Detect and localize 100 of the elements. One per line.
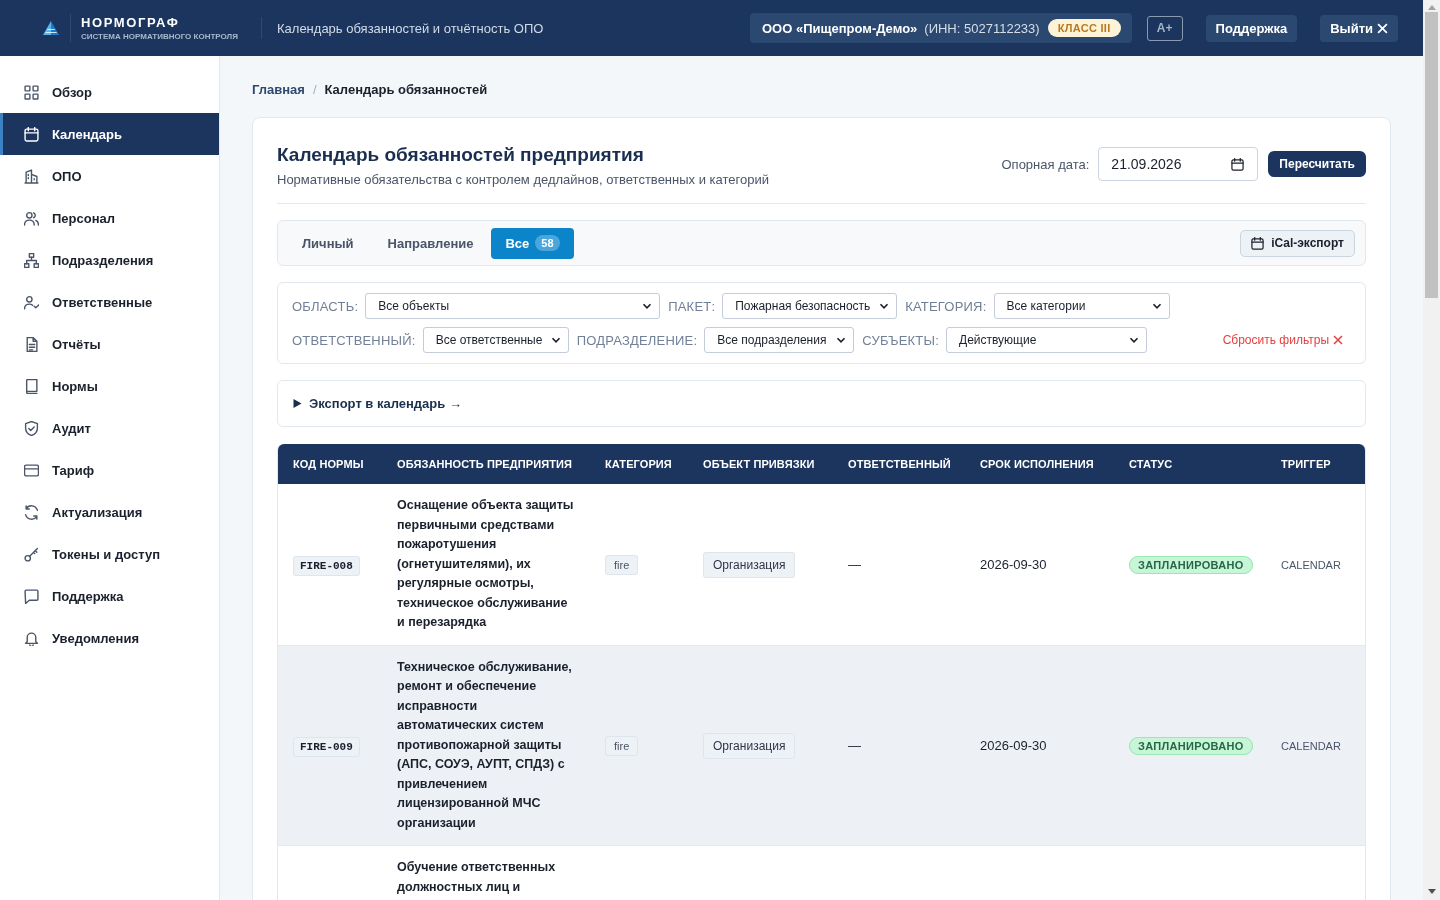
logout-button[interactable]: Выйти (1320, 14, 1398, 42)
sidebar-item[interactable]: Уведомления (0, 617, 219, 659)
breadcrumb-link[interactable]: Главная (252, 82, 305, 98)
sidebar-item[interactable]: Календарь (0, 113, 219, 155)
deadline-cell: 2026-09-30 (980, 737, 1047, 753)
chevron-down-icon (1129, 335, 1139, 345)
calendar-icon (1251, 236, 1265, 250)
calendar-icon (1231, 157, 1245, 171)
sidebar-item[interactable]: Отчёты (0, 323, 219, 365)
filter-label: КАТЕГОРИЯ: (905, 298, 987, 314)
sidebar-item[interactable]: Тариф (0, 449, 219, 491)
hierarchy-icon (24, 252, 39, 268)
hazard-class-badge: КЛАСС III (1047, 19, 1121, 37)
filter-select[interactable]: Все ответственные (422, 327, 569, 353)
deadline-cell: 2026-09-30 (980, 556, 1047, 572)
norm-code-badge: FIRE-008 (293, 555, 360, 576)
font-size-button[interactable]: A+ (1146, 15, 1183, 41)
chat-icon (24, 588, 39, 604)
duty-text: Техническое обслуживание, ремонт и обеспечение исправности автоматических систем противопожарной защиты (АПС, СОУЭ, АУПТ, СПДЗ) с привлечением лицензированной МЧС организации (397, 658, 573, 832)
sidebar-item[interactable]: Обзор (0, 71, 219, 113)
norm-code-badge: FIRE-009 (293, 736, 360, 757)
filter-label: ОБЛАСТЬ: (292, 298, 359, 314)
users-icon (24, 210, 39, 226)
status-badge: ЗАПЛАНИРОВАНО (1129, 555, 1253, 574)
tab[interactable]: Все 58 (491, 227, 574, 259)
page-title: Календарь обязанностей предприятия (277, 143, 645, 167)
filter-label: СУБЪЕКТЫ: (862, 332, 939, 348)
column-header: ОБЯЗАННОСТЬ ПРЕДПРИЯТИЯ (382, 444, 590, 484)
sidebar-item[interactable]: Аудит (0, 407, 219, 449)
shield-check-icon (24, 420, 39, 436)
duty-text: Обучение ответственных должностных лиц и (397, 859, 557, 896)
sidebar-item[interactable]: Поддержка (0, 575, 219, 617)
responsible-cell: — (848, 556, 861, 572)
close-icon (1377, 22, 1388, 34)
chevron-down-icon (550, 335, 561, 345)
section-title: Календарь обязанностей и отчётность ОПО (277, 20, 544, 36)
building-icon (24, 168, 39, 184)
scrollbar-thumb[interactable] (1425, 12, 1438, 298)
document-icon (24, 336, 39, 352)
object-tag: Организация (703, 732, 796, 759)
refresh-icon (24, 504, 39, 520)
reset-filters-link[interactable]: Сбросить фильтры (1222, 333, 1343, 347)
responsible-cell: — (848, 737, 861, 753)
sidebar-item[interactable]: Подразделения (0, 239, 219, 281)
filter-select[interactable]: Все подразделения (704, 327, 855, 353)
card-icon (24, 462, 39, 478)
organization-name: ООО «Пищепром-Демо» (762, 20, 918, 36)
page-subtitle: Нормативные обязательства с контролем дедлайнов, ответственных и категорий (277, 171, 769, 189)
filter-select[interactable]: Действующие (946, 327, 1147, 353)
organization-inn: (ИНН: 5027112233) (924, 20, 1040, 36)
scroll-down-icon[interactable] (1427, 889, 1436, 894)
column-header: ТРИГГЕР (1266, 444, 1365, 484)
ical-export-button[interactable]: iCal-экспорт (1240, 229, 1355, 257)
scroll-up-icon[interactable] (1427, 5, 1436, 10)
tab[interactable]: Направление (371, 227, 490, 259)
close-icon (1333, 335, 1343, 345)
filter-label: ПОДРАЗДЕЛЕНИЕ: (576, 332, 698, 348)
column-header: КАТЕГОРИЯ (590, 444, 688, 484)
chevron-down-icon (879, 301, 890, 311)
export-toggle[interactable]: Экспорт в календарь → (309, 396, 462, 411)
status-badge: ЗАПЛАНИРОВАНО (1129, 736, 1253, 755)
duty-text: Оснащение объекта защиты первичными средствами пожаротушения (огнетушителями), их регулярные осмотры, техническое обслуживание и перезарядка (397, 497, 575, 631)
support-button[interactable]: Поддержка (1205, 14, 1298, 42)
caret-icon[interactable] (293, 399, 302, 408)
filter-label: ПАКЕТ: (668, 298, 716, 314)
column-header: СТАТУС (1114, 444, 1266, 484)
calendar-icon (24, 126, 39, 142)
logo-title: НОРМОГРАФ (81, 15, 181, 30)
filter-select[interactable]: Все категории (993, 293, 1170, 319)
filter-select[interactable]: Все объекты (365, 293, 661, 319)
column-header: СРОК ИСПОЛНЕНИЯ (965, 444, 1114, 484)
count-badge: 58 (535, 235, 560, 251)
sidebar-item[interactable]: Персонал (0, 197, 219, 239)
sidebar-item[interactable]: Нормы (0, 365, 219, 407)
sidebar-item[interactable]: Ответственные (0, 281, 219, 323)
book-icon (24, 378, 39, 394)
sidebar-item[interactable]: Токены и доступ (0, 533, 219, 575)
column-header: ОБЪЕКТ ПРИВЯЗКИ (688, 444, 833, 484)
sidebar-item[interactable]: Актуализация (0, 491, 219, 533)
sidebar-item[interactable]: ОПО (0, 155, 219, 197)
column-header: КОД НОРМЫ (278, 444, 382, 484)
key-icon (24, 546, 39, 562)
trigger-cell: CALENDAR (1281, 558, 1341, 571)
tab[interactable]: Личный (286, 227, 370, 259)
breadcrumb-separator: / (312, 82, 317, 98)
scrollbar-track[interactable] (1423, 0, 1440, 900)
chevron-down-icon (1151, 301, 1162, 311)
object-tag: Организация (703, 551, 796, 578)
recalculate-button[interactable]: Пересчитать (1268, 151, 1366, 177)
user-check-icon (24, 294, 39, 310)
date-input[interactable]: 21.09.2026 (1098, 147, 1259, 181)
trigger-cell: CALENDAR (1281, 739, 1341, 752)
breadcrumb-current: Календарь обязанностей (324, 82, 488, 98)
bell-icon (24, 630, 39, 646)
filter-select[interactable]: Пожарная безопасность (722, 293, 898, 319)
chevron-down-icon (642, 301, 653, 311)
date-label: Опорная дата: (1001, 156, 1090, 172)
logo-icon (43, 21, 59, 35)
category-tag: fire (605, 554, 639, 575)
chevron-down-icon (836, 335, 847, 345)
